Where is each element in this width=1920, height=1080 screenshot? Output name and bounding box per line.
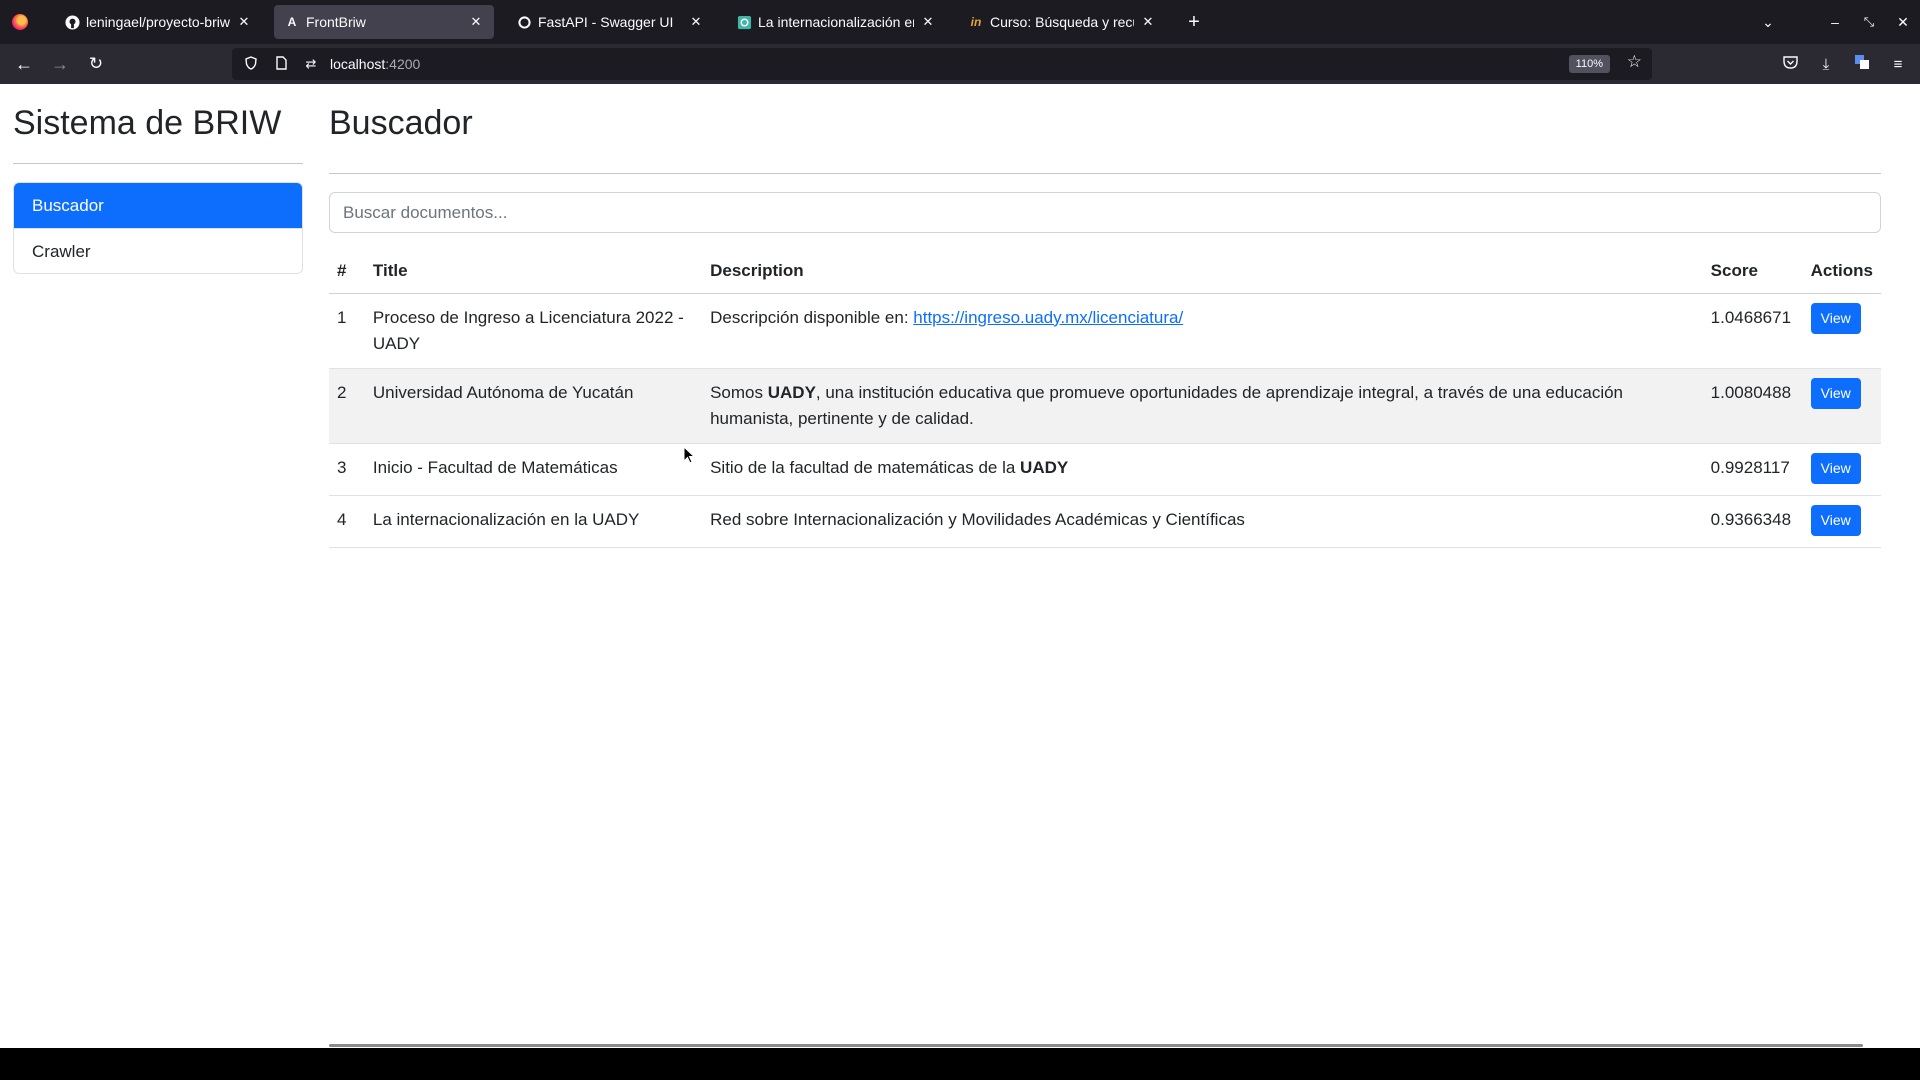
download-icon[interactable]: ⤓ — [1808, 56, 1844, 73]
menu-icon[interactable]: ≡ — [1880, 56, 1916, 73]
sidebar: Sistema de BRIW Buscador Crawler — [13, 84, 303, 274]
table-row: 3 Inicio - Facultad de Matemáticas Sitio… — [329, 443, 1881, 496]
shield-icon[interactable] — [240, 55, 262, 73]
pocket-icon[interactable] — [1772, 55, 1808, 73]
view-button[interactable]: View — [1810, 504, 1861, 536]
row-title: Inicio - Facultad de Matemáticas — [364, 443, 703, 496]
close-window-icon[interactable]: ✕ — [1886, 14, 1920, 31]
row-num: 1 — [329, 293, 365, 369]
row-description: Sitio de la facultad de matemáticas de l… — [702, 443, 1703, 496]
bookmark-star-icon[interactable]: ☆ — [1627, 52, 1642, 72]
main-panel: Buscador # Title Description Score Actio… — [329, 84, 1881, 548]
permissions-icon[interactable]: ⇄ — [300, 56, 322, 72]
tab-fastapi[interactable]: FastAPI - Swagger UI ✕ — [506, 5, 714, 39]
close-tab-icon[interactable]: ✕ — [1140, 14, 1156, 30]
site-icon — [736, 14, 752, 30]
angular-icon: A — [287, 15, 297, 29]
close-tab-icon[interactable]: ✕ — [236, 14, 252, 30]
tab-curso[interactable]: in Curso: Búsqueda y recupe ✕ — [958, 5, 1166, 39]
sidebar-item-crawler[interactable]: Crawler — [14, 228, 302, 273]
row-num: 2 — [329, 368, 365, 444]
tab-title: La internacionalización en — [758, 14, 914, 30]
sidebar-item-buscador[interactable]: Buscador — [14, 183, 302, 228]
back-icon[interactable]: ← — [6, 54, 42, 75]
horizontal-scrollbar[interactable] — [329, 1044, 1863, 1047]
toolbar-right: ⤓ ≡ — [1772, 44, 1920, 84]
row-actions: View — [1802, 495, 1881, 548]
tab-title: FastAPI - Swagger UI — [538, 14, 674, 30]
row-actions: View — [1802, 443, 1881, 496]
sidebar-nav: Buscador Crawler — [13, 182, 303, 274]
table-row: 4 La internacionalización en la UADY Red… — [329, 495, 1881, 548]
close-tab-icon[interactable]: ✕ — [468, 14, 484, 30]
row-score: 0.9928117 — [1702, 443, 1803, 496]
zoom-level-badge[interactable]: 110% — [1568, 55, 1610, 73]
restore-icon[interactable]: ⤡ — [1852, 14, 1886, 30]
page-icon[interactable] — [270, 55, 292, 73]
search-input[interactable] — [329, 192, 1881, 233]
row-title: Universidad Autónoma de Yucatán — [364, 368, 703, 444]
tab-title: FrontBriw — [306, 14, 366, 30]
row-description: Descripción disponible en: https://ingre… — [702, 293, 1703, 369]
url-text[interactable]: localhost:4200 — [330, 56, 420, 72]
header-actions: Actions — [1802, 249, 1881, 294]
description-link[interactable]: https://ingreso.uady.mx/licenciatura/ — [913, 308, 1183, 327]
header-description: Description — [702, 249, 1703, 294]
table-row: 2 Universidad Autónoma de Yucatán Somos … — [329, 368, 1881, 444]
translate-icon[interactable] — [1844, 54, 1880, 74]
minimize-icon[interactable]: – — [1818, 14, 1852, 30]
tab-title: Curso: Búsqueda y recupe — [990, 14, 1134, 30]
row-num: 3 — [329, 443, 365, 496]
divider — [13, 163, 303, 164]
page-content: Sistema de BRIW Buscador Crawler Buscado… — [0, 84, 1920, 1048]
close-tab-icon[interactable]: ✕ — [688, 14, 704, 30]
view-button[interactable]: View — [1810, 377, 1861, 409]
header-num: # — [329, 249, 365, 294]
firefox-logo-icon[interactable] — [12, 14, 28, 30]
fastapi-icon — [516, 14, 532, 30]
header-title: Title — [364, 249, 703, 294]
row-actions: View — [1802, 293, 1881, 369]
course-icon: in — [970, 15, 982, 29]
app-title: Sistema de BRIW — [13, 104, 282, 142]
close-tab-icon[interactable]: ✕ — [920, 14, 936, 30]
row-num: 4 — [329, 495, 365, 548]
table-row: 1 Proceso de Ingreso a Licenciatura 2022… — [329, 293, 1881, 369]
header-score: Score — [1702, 249, 1803, 294]
list-all-tabs-icon[interactable]: ⌄ — [1748, 14, 1788, 31]
browser-nav-bar: ← → ↻ ⇄ localhost:4200 110% ☆ ⤓ ≡ — [0, 44, 1920, 84]
tab-internacionalizacion[interactable]: La internacionalización en ✕ — [726, 5, 946, 39]
row-description: Red sobre Internacionalización y Movilid… — [702, 495, 1703, 548]
mouse-cursor-icon — [683, 446, 696, 464]
table-header-row: # Title Description Score Actions — [329, 249, 1881, 294]
row-title: La internacionalización en la UADY — [364, 495, 703, 548]
row-score: 1.0080488 — [1702, 368, 1803, 444]
row-description: Somos UADY, una institución educativa qu… — [702, 368, 1703, 444]
window-controls: ⌄ – ⤡ ✕ — [1748, 0, 1920, 44]
page-title: Buscador — [329, 104, 473, 142]
tab-github[interactable]: leningael/proyecto-briw a ✕ — [54, 5, 262, 39]
browser-tab-strip: leningael/proyecto-briw a ✕ A FrontBriw … — [0, 0, 1920, 44]
row-actions: View — [1802, 368, 1881, 444]
row-score: 1.0468671 — [1702, 293, 1803, 369]
url-bar[interactable]: ⇄ localhost:4200 110% ☆ — [232, 48, 1652, 80]
row-score: 0.9366348 — [1702, 495, 1803, 548]
github-icon — [64, 14, 80, 30]
row-title: Proceso de Ingreso a Licenciatura 2022 -… — [364, 293, 703, 369]
tab-title: leningael/proyecto-briw a — [86, 14, 230, 30]
results-table: # Title Description Score Actions 1 Proc… — [329, 249, 1881, 548]
reload-icon[interactable]: ↻ — [78, 54, 114, 74]
divider — [329, 173, 1881, 174]
new-tab-button[interactable]: + — [1182, 11, 1206, 34]
tab-frontbriw[interactable]: A FrontBriw ✕ — [274, 5, 494, 39]
view-button[interactable]: View — [1810, 302, 1861, 334]
forward-icon[interactable]: → — [42, 54, 78, 75]
view-button[interactable]: View — [1810, 452, 1861, 484]
